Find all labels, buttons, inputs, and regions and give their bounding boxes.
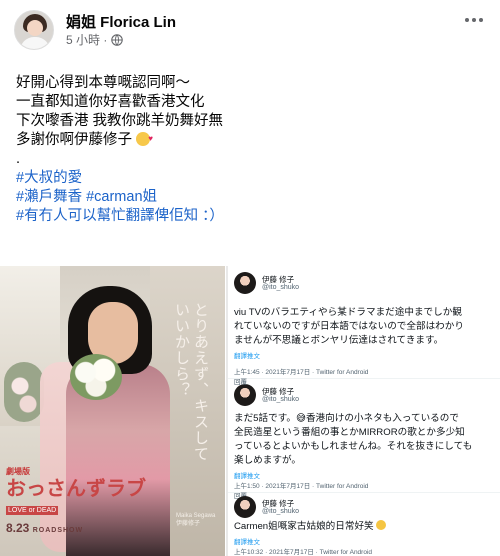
tweet-body: まだ5話です。😅香港向けの小ネタも入っているので 全民造星という番組の事とかMI…	[234, 413, 473, 466]
release-date: 8.23	[6, 521, 30, 535]
author-avatar[interactable]	[14, 10, 54, 50]
post-line: .	[16, 151, 21, 167]
post-line: 一直都知道你好喜歡香港文化	[16, 94, 205, 110]
hashtag-link[interactable]: #大叔的愛	[16, 169, 484, 188]
post-line: 多謝你啊伊藤修子	[16, 129, 484, 150]
reply-label: 回覆	[234, 379, 247, 386]
tweet-time: 上午1:45 · 2021年7月17日 · Twitter for Androi…	[234, 369, 369, 376]
tweet-handle: @ito_shuko	[262, 508, 300, 515]
poster-tagline: とりあえず、キスしていいかしら？	[173, 302, 210, 462]
post-meta: 5 小時 ·	[66, 31, 124, 48]
more-options-icon[interactable]	[462, 12, 486, 28]
tweet-divider	[228, 492, 500, 493]
translate-tweet-link: 翻譯推文	[234, 473, 260, 480]
author-name[interactable]: 娟姐 Florica Lin	[66, 11, 176, 32]
hashtag-link[interactable]: #瀨戶舞香 #carman姐	[16, 188, 484, 207]
poster-credit: Maika Segawa 伊藤修子	[176, 513, 216, 527]
tweet-time: 上午1:50 · 2021年7月17日 · Twitter for Androi…	[234, 483, 369, 490]
post-time[interactable]: 5 小時 ·	[66, 31, 107, 48]
movie-logo: 劇場版 おっさんずラブ LOVE or DEAD 8.23 ROADSHOW	[6, 467, 146, 535]
translate-tweet-link: 翻譯推文	[234, 353, 260, 360]
post-line: 下次嚟香港 我教你跳羊奶舞好無	[16, 113, 224, 129]
tweet-handle: @ito_shuko	[262, 284, 300, 291]
tweet-time: 上午10:32 · 2021年7月17日 · Twitter for Andro…	[234, 549, 373, 556]
hashtag-link[interactable]: #有冇人可以幫忙翻譯俾佢知 ：）	[16, 207, 484, 226]
tweet-screenshot[interactable]: 伊藤 修子 @ito_shuko viu TVのバラエティやら某ドラマまだ途中ま…	[226, 266, 500, 556]
tweet-avatar	[234, 496, 256, 518]
post-text: 好開心得到本尊嘅認同啊～ 一直都知道你好喜歡香港文化 下次嚟香港 我教你跳羊奶舞…	[16, 74, 484, 226]
globe-icon	[111, 33, 124, 46]
translate-tweet-link: 翻譯推文	[234, 539, 260, 546]
tweet-handle: @ito_shuko	[262, 396, 300, 403]
tweet-body: Carmen姐嘅家古姑娘的日常好笑	[234, 520, 496, 534]
tweet-body: viu TVのバラエティやら某ドラマまだ途中までしか観 れていないのですが日本語…	[234, 307, 464, 346]
tweet-avatar	[234, 272, 256, 294]
laughing-face-icon	[376, 520, 387, 530]
post-header: 娟姐 Florica Lin 5 小時 ·	[14, 10, 486, 50]
smiling-face-with-hearts-icon	[136, 129, 153, 148]
post-line: 好開心得到本尊嘅認同啊～	[16, 75, 190, 91]
tweet-avatar	[234, 384, 256, 406]
bouquet	[70, 354, 122, 400]
movie-poster-image[interactable]: とりあえず、キスしていいかしら？ 劇場版 おっさんずラブ LOVE or DEA…	[0, 266, 225, 556]
flower-decoration	[4, 362, 44, 422]
tweet-divider	[228, 378, 500, 379]
post-media[interactable]: とりあえず、キスしていいかしら？ 劇場版 おっさんずラブ LOVE or DEA…	[0, 266, 500, 556]
